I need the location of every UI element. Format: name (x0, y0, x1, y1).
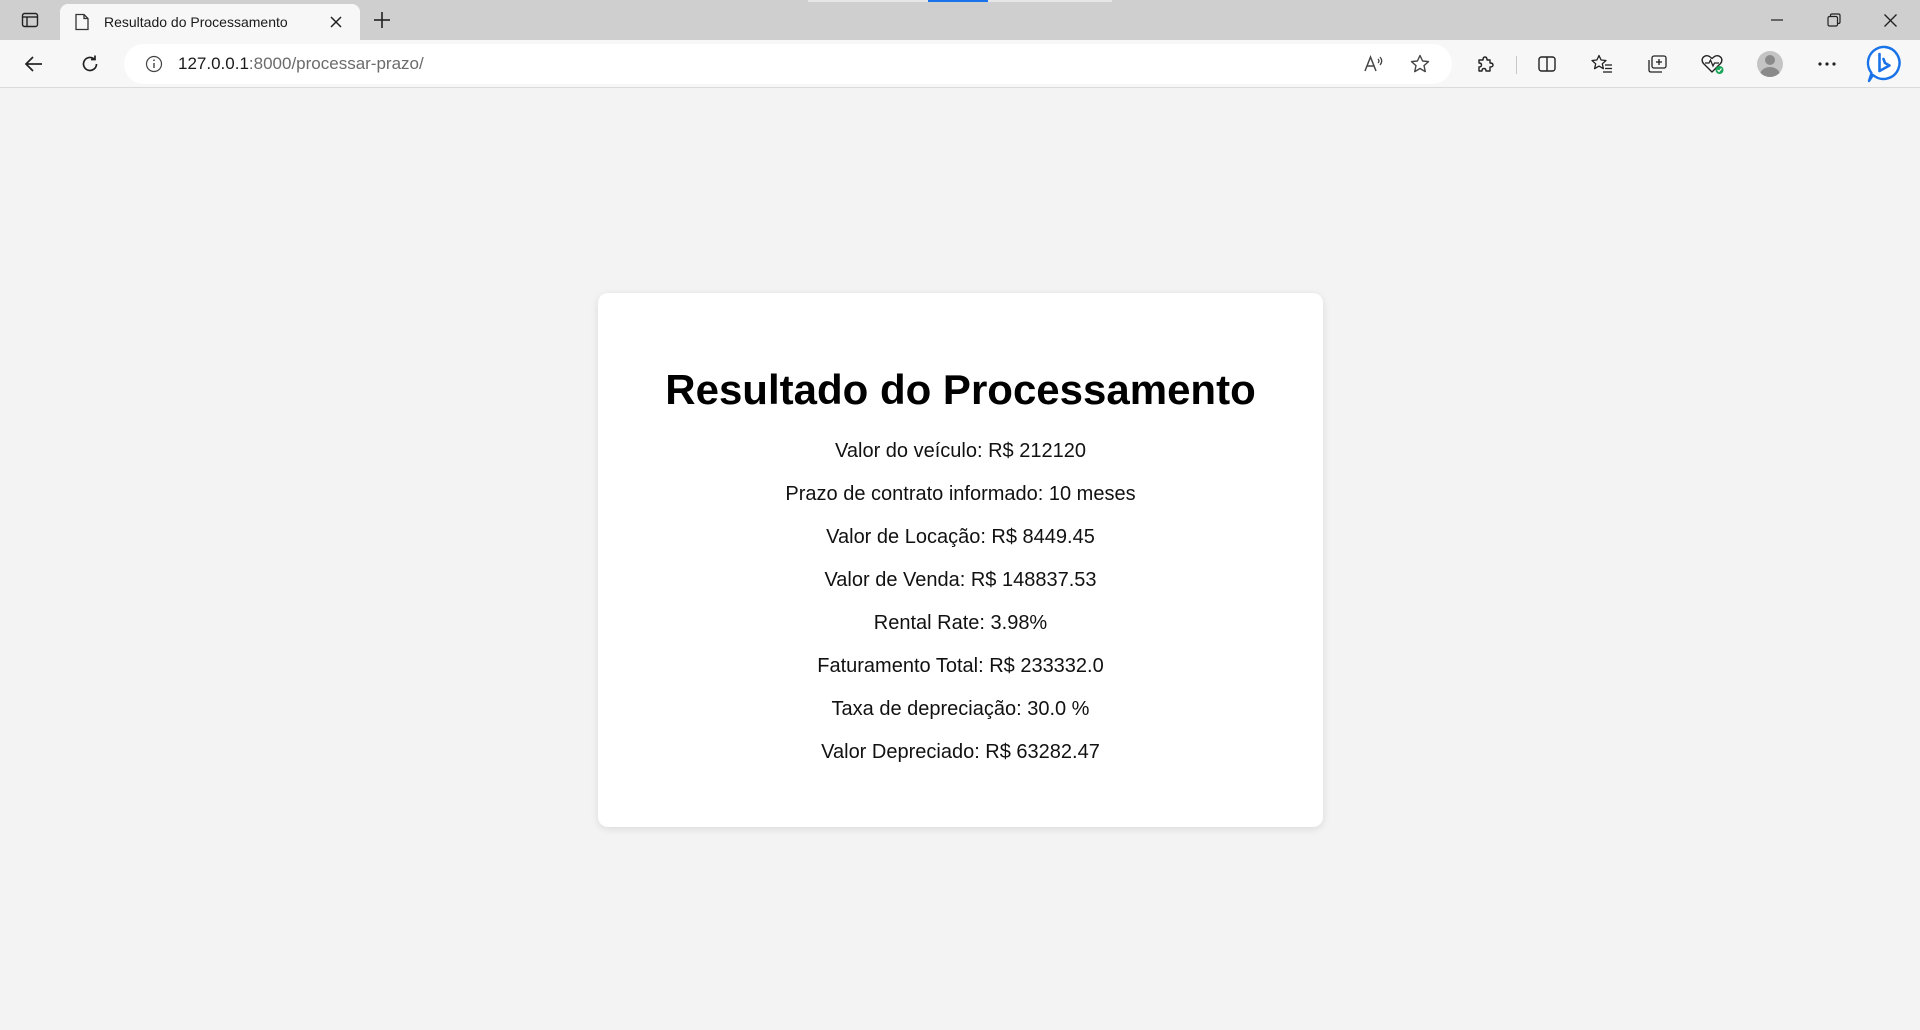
restore-button[interactable] (1805, 0, 1862, 40)
refresh-icon (82, 55, 98, 72)
tab-title: Resultado do Processamento (104, 14, 288, 30)
back-button[interactable] (16, 46, 52, 82)
restore-icon (1826, 13, 1841, 27)
favorites-icon (1591, 54, 1612, 73)
result-contract-term: Prazo de contrato informado: 10 meses (785, 483, 1136, 505)
result-card: Resultado do Processamento Valor do veíc… (598, 293, 1323, 827)
drag-indicator-accent (928, 0, 988, 2)
split-screen-icon (1538, 56, 1556, 72)
plus-icon (374, 12, 390, 28)
url-host: 127.0.0.1 (178, 54, 249, 73)
favorites-button[interactable] (1584, 46, 1620, 82)
extensions-button[interactable] (1467, 46, 1503, 82)
result-vehicle-value: Valor do veículo: R$ 212120 (835, 440, 1086, 462)
site-info-icon[interactable] (144, 54, 164, 74)
tab-actions-icon (21, 12, 39, 28)
collections-button[interactable] (1639, 46, 1675, 82)
result-rental-value: Valor de Locação: R$ 8449.45 (826, 526, 1095, 548)
favorite-star-icon[interactable] (1402, 48, 1438, 80)
heart-pulse-icon (1701, 55, 1724, 74)
page-title: Resultado do Processamento (665, 366, 1256, 413)
minimize-button[interactable] (1748, 0, 1805, 40)
tab-close-icon[interactable] (324, 10, 348, 34)
result-depreciation-rate: Taxa de depreciação: 30.0 % (831, 698, 1090, 720)
back-arrow-icon (24, 56, 42, 72)
refresh-button[interactable] (72, 46, 108, 82)
window-drag-indicator (808, 0, 1112, 2)
settings-menu-button[interactable] (1809, 46, 1845, 82)
close-window-button[interactable] (1862, 0, 1919, 40)
minimize-icon (1770, 19, 1783, 21)
browser-toolbar: 127.0.0.1:8000/processar-prazo/ (0, 40, 1920, 88)
url-path: :8000/processar-prazo/ (248, 54, 424, 73)
profile-button[interactable] (1752, 46, 1788, 82)
bing-chat-icon (1866, 45, 1901, 83)
url-text[interactable]: 127.0.0.1:8000/processar-prazo/ (178, 54, 1346, 74)
toolbar-divider (1516, 56, 1517, 74)
bing-copilot-button[interactable] (1864, 43, 1906, 85)
puzzle-icon (1478, 56, 1494, 72)
result-sale-value: Valor de Venda: R$ 148837.53 (824, 569, 1097, 591)
close-icon (1884, 13, 1897, 27)
more-dots-icon (1818, 62, 1836, 66)
browser-essentials-button[interactable] (1694, 46, 1730, 82)
result-depreciated-value: Valor Depreciado: R$ 63282.47 (821, 741, 1100, 763)
avatar (1757, 51, 1783, 77)
address-bar[interactable]: 127.0.0.1:8000/processar-prazo/ (124, 44, 1452, 84)
tab-actions-button[interactable] (10, 6, 50, 34)
new-tab-button[interactable] (366, 6, 398, 34)
result-rental-rate: Rental Rate: 3.98% (873, 612, 1048, 634)
split-screen-button[interactable] (1529, 46, 1565, 82)
collections-icon (1648, 55, 1667, 73)
tab-strip: Resultado do Processamento (0, 0, 1920, 40)
tab-active[interactable]: Resultado do Processamento (60, 4, 360, 40)
result-total-revenue: Faturamento Total: R$ 233332.0 (817, 655, 1104, 677)
read-aloud-icon[interactable] (1356, 48, 1392, 80)
page-icon (72, 12, 92, 32)
